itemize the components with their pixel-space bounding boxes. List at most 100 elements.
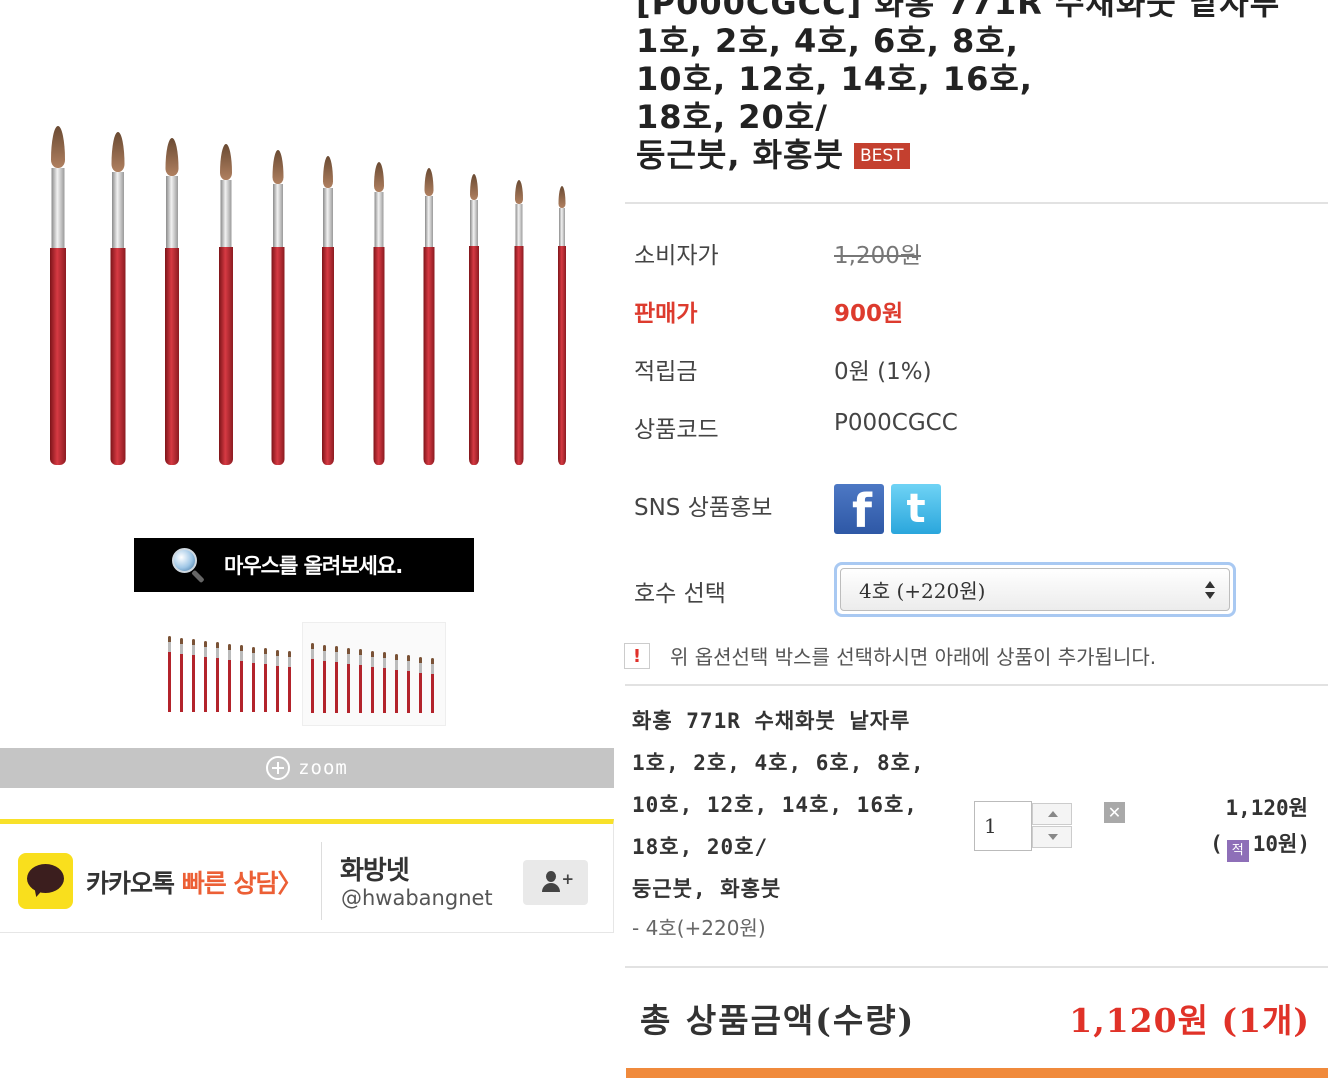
brush-thumbnail-mark xyxy=(276,649,279,712)
title-line: [P000CGCC] 화홍 771R 수채화붓 낱자루 xyxy=(636,0,1281,22)
quantity-stepper xyxy=(974,801,1072,851)
option-notice: 위 옵션선택 박스를 선택하시면 아래에 상품이 추가됩니다. xyxy=(670,645,1157,669)
sns-label: SNS 상품홍보 xyxy=(634,495,773,521)
brush-thumbnail-mark xyxy=(228,643,231,712)
chevron-right-icon: 〉 xyxy=(277,869,302,898)
magnifier-icon xyxy=(172,548,206,584)
brush-thumbnail-mark xyxy=(311,643,314,713)
brush-illustration xyxy=(216,144,236,465)
option-select[interactable]: 4호 (+220원) xyxy=(840,568,1230,611)
best-badge: BEST xyxy=(853,143,910,169)
selected-name-line: 10호, 12호, 14호, 16호, xyxy=(632,793,918,817)
kakao-prefix: 카카오톡 xyxy=(86,869,175,898)
brush-illustration xyxy=(162,138,182,465)
brush-thumbnail-mark xyxy=(252,646,255,712)
quantity-input[interactable] xyxy=(974,801,1032,851)
selected-name-line: 화홍 771R 수채화붓 낱자루 xyxy=(632,709,911,733)
brush-thumbnail-mark xyxy=(288,651,291,712)
facebook-icon[interactable]: f xyxy=(834,484,884,534)
brush-thumbnail-mark xyxy=(359,649,362,713)
points-value: 0원 (1%) xyxy=(834,359,932,385)
option-selected-value: 4호 (+220원) xyxy=(859,579,986,603)
alert-icon: ! xyxy=(624,643,650,669)
bottom-accent-bar xyxy=(626,1068,1328,1078)
twitter-icon[interactable]: t xyxy=(891,484,941,534)
option-select-focus: 4호 (+220원) xyxy=(834,562,1236,617)
kakao-channel-handle: @hwabangnet xyxy=(341,886,493,910)
divider xyxy=(321,842,322,920)
brush-thumbnail-mark xyxy=(407,655,410,713)
brush-thumbnail-mark xyxy=(431,658,434,713)
brush-illustration xyxy=(552,186,572,465)
brush-thumbnail-mark xyxy=(216,642,219,712)
points-badge-icon: 적 xyxy=(1226,840,1249,862)
total-label: 총 상품금액(수량) xyxy=(640,1001,916,1040)
product-title: [P000CGCC] 화홍 771R 수채화붓 낱자루 1호, 2호, 4호, … xyxy=(636,0,1326,174)
thumbnail-1[interactable] xyxy=(160,622,295,726)
kakao-consult-link[interactable]: 카카오톡 빠른 상담〉 xyxy=(86,864,302,900)
title-line: 둥근붓, 화홍붓 xyxy=(636,136,844,174)
brush-thumbnail-mark xyxy=(192,639,195,712)
brush-thumbnail-mark xyxy=(383,652,386,713)
sale-price: 900원 xyxy=(834,301,904,327)
brush-thumbnail-mark xyxy=(180,637,183,712)
title-line: 18호, 20호/ xyxy=(636,98,828,136)
kakao-highlight: 빠른 상담 xyxy=(181,869,279,898)
add-user-icon: + xyxy=(541,870,574,895)
title-line: 1호, 2호, 4호, 6호, 8호, xyxy=(636,22,1019,60)
brush-thumbnail-mark xyxy=(419,656,422,713)
main-product-image[interactable] xyxy=(0,0,614,595)
brush-illustration xyxy=(108,132,128,465)
hover-hint-text: 마우스를 올려보세요. xyxy=(224,554,403,578)
option-label: 호수 선택 xyxy=(634,581,726,607)
brush-thumbnail-mark xyxy=(395,653,398,713)
divider xyxy=(625,966,1328,968)
zoom-label: zoom xyxy=(298,757,348,779)
divider xyxy=(625,684,1328,686)
selected-name-line: 18호, 20호/ xyxy=(632,835,769,859)
add-friend-button[interactable]: + xyxy=(523,860,588,905)
selected-name-line: 둥근붓, 화홍붓 xyxy=(632,877,782,901)
brush-thumbnail-mark xyxy=(240,645,243,712)
item-price: 1,120원 xyxy=(1225,796,1308,820)
plus-circle-icon xyxy=(266,756,291,780)
title-line: 10호, 12호, 14호, 16호, xyxy=(636,60,1033,98)
selected-item-option: - 4호(+220원) xyxy=(632,916,766,940)
brush-thumbnail-mark xyxy=(264,648,267,712)
zoom-button[interactable]: zoom xyxy=(0,748,614,788)
select-arrows-icon xyxy=(1205,581,1215,601)
brush-illustration xyxy=(419,168,439,465)
quantity-down-button[interactable] xyxy=(1032,826,1072,848)
brush-thumbnail-mark xyxy=(204,640,207,712)
total-value: 1,120원 (1개) xyxy=(1069,1001,1310,1040)
kakao-talk-icon[interactable] xyxy=(18,853,73,909)
brush-illustration xyxy=(369,162,389,465)
product-code: P000CGCC xyxy=(834,410,958,436)
title-line-last: 둥근붓, 화홍붓 BEST xyxy=(636,136,1326,174)
sale-price-label: 판매가 xyxy=(634,301,698,327)
consumer-price: 1,200원 xyxy=(834,243,922,269)
brush-thumbnail-mark xyxy=(371,650,374,713)
kakao-consult-box: 카카오톡 빠른 상담〉 화방넷 @hwabangnet + xyxy=(0,819,614,933)
brush-illustration xyxy=(464,174,484,465)
consumer-price-label: 소비자가 xyxy=(634,243,719,269)
brush-thumbnail-mark xyxy=(335,646,338,713)
brush-illustration xyxy=(318,156,338,465)
kakao-channel-name: 화방넷 xyxy=(340,856,410,886)
item-points-value: 10원 xyxy=(1252,832,1298,856)
points-label: 적립금 xyxy=(634,359,698,385)
item-points: (적 10원) xyxy=(1210,828,1310,862)
brush-illustration xyxy=(268,150,288,465)
thumbnail-2[interactable] xyxy=(302,622,446,726)
brush-thumbnail-mark xyxy=(347,647,350,713)
divider xyxy=(625,202,1328,204)
selected-item-name: 화홍 771R 수채화붓 낱자루 1호, 2호, 4호, 6호, 8호, 10호… xyxy=(632,700,925,910)
brush-thumbnail-mark xyxy=(323,644,326,713)
quantity-up-button[interactable] xyxy=(1032,803,1072,825)
brush-illustration xyxy=(509,180,529,465)
brush-illustration xyxy=(48,126,68,465)
product-code-label: 상품코드 xyxy=(634,417,719,443)
hover-zoom-hint: 마우스를 올려보세요. xyxy=(134,538,474,592)
brush-thumbnail-mark xyxy=(168,636,171,712)
remove-item-button[interactable]: ✕ xyxy=(1104,802,1125,823)
